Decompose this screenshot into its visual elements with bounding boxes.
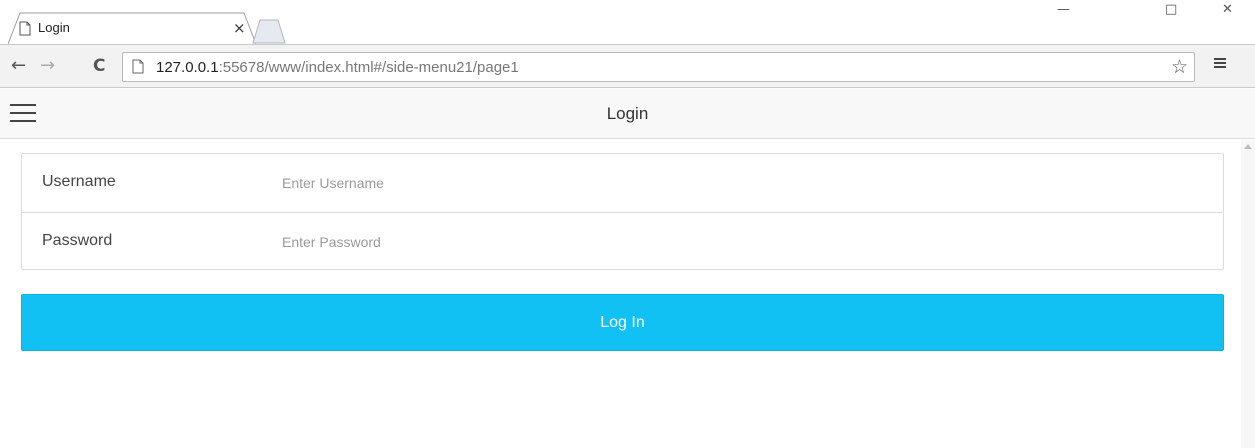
tab-title: Login	[38, 20, 70, 35]
page-title: Login	[606, 104, 649, 123]
maximize-icon[interactable]: □	[1165, 2, 1177, 17]
window-close-icon[interactable]: ✕	[1222, 2, 1233, 17]
username-label: Username	[42, 173, 116, 190]
vertical-scrollbar[interactable]	[1241, 140, 1255, 448]
url-host: 127.0.0.1	[156, 59, 219, 76]
bookmark-star-icon[interactable]: ☆	[1171, 56, 1188, 78]
scroll-up-icon[interactable]	[1244, 144, 1252, 149]
new-tab-button[interactable]	[252, 19, 286, 44]
username-row: Username	[22, 154, 1223, 212]
page-icon	[19, 21, 31, 40]
browser-tab[interactable]: Login ×	[8, 12, 256, 45]
browser-menu-icon[interactable]	[1213, 56, 1227, 70]
page-content: Username Password Log In	[0, 140, 1241, 448]
page-icon	[132, 59, 144, 78]
password-row: Password	[22, 212, 1223, 270]
back-arrow-icon[interactable]: ←	[11, 55, 26, 76]
reload-icon[interactable]: C	[93, 56, 105, 76]
tab-strip: Login × — □ ✕	[0, 0, 1255, 45]
browser-toolbar: ← → C 127.0.0.1:55678/www/index.html#/si…	[0, 44, 1255, 88]
password-label: Password	[42, 232, 113, 249]
login-button[interactable]: Log In	[21, 294, 1224, 351]
password-input[interactable]	[282, 225, 1182, 259]
username-input[interactable]	[282, 166, 1182, 200]
close-tab-icon[interactable]: ×	[233, 19, 246, 37]
address-bar[interactable]: 127.0.0.1:55678/www/index.html#/side-men…	[122, 52, 1195, 82]
address-url[interactable]: 127.0.0.1:55678/www/index.html#/side-men…	[156, 59, 519, 76]
url-path: :55678/www/index.html#/side-menu21/page1	[218, 59, 519, 76]
login-form: Username Password	[21, 153, 1224, 270]
forward-arrow-icon[interactable]: →	[40, 55, 55, 76]
minimize-icon[interactable]: —	[1057, 2, 1070, 17]
app-header: Login	[0, 89, 1255, 139]
